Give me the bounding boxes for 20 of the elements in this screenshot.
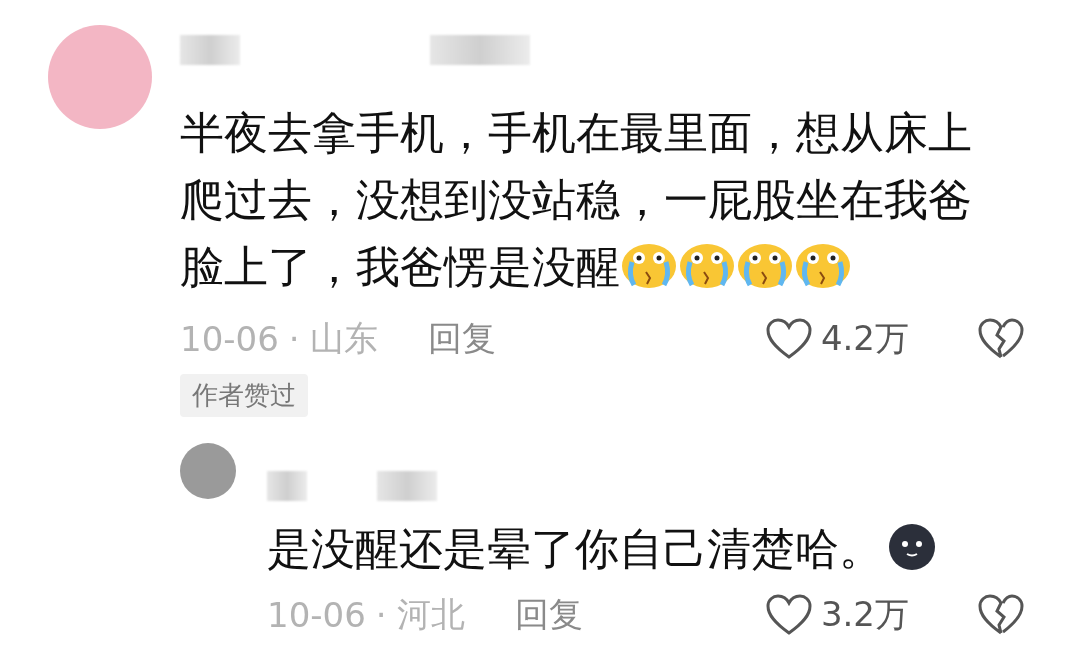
comment-text-line: 脸上了，我爸愣是没醒 xyxy=(180,241,620,292)
broken-heart-icon[interactable] xyxy=(977,317,1025,361)
comment-date: 10-06 xyxy=(267,595,366,635)
broken-heart-icon[interactable] xyxy=(977,593,1025,637)
avatar[interactable] xyxy=(180,443,236,499)
heart-icon[interactable] xyxy=(764,317,813,361)
author-liked-badge: 作者赞过 xyxy=(180,374,308,417)
comment-text-line: 半夜去拿手机，手机在最里面，想从床上 xyxy=(180,107,972,158)
like-count: 4.2万 xyxy=(820,317,909,360)
heart-icon[interactable] xyxy=(764,593,813,637)
reply-link[interactable]: 回复 xyxy=(514,592,583,638)
comment-date: 10-06 xyxy=(180,319,279,359)
reply-link[interactable]: 回复 xyxy=(427,316,496,362)
reply-text: 是没醒还是晕了你自己清楚哈。 xyxy=(267,523,883,574)
comment-region: 河北 xyxy=(396,593,465,636)
like-count: 3.2万 xyxy=(820,593,909,636)
separator-dot: · xyxy=(288,319,300,359)
separator-dot: · xyxy=(375,595,387,635)
comment-text-line: 爬过去，没想到没站稳，一屁股坐在我爸 xyxy=(180,174,972,225)
comment-region: 山东 xyxy=(309,317,378,360)
